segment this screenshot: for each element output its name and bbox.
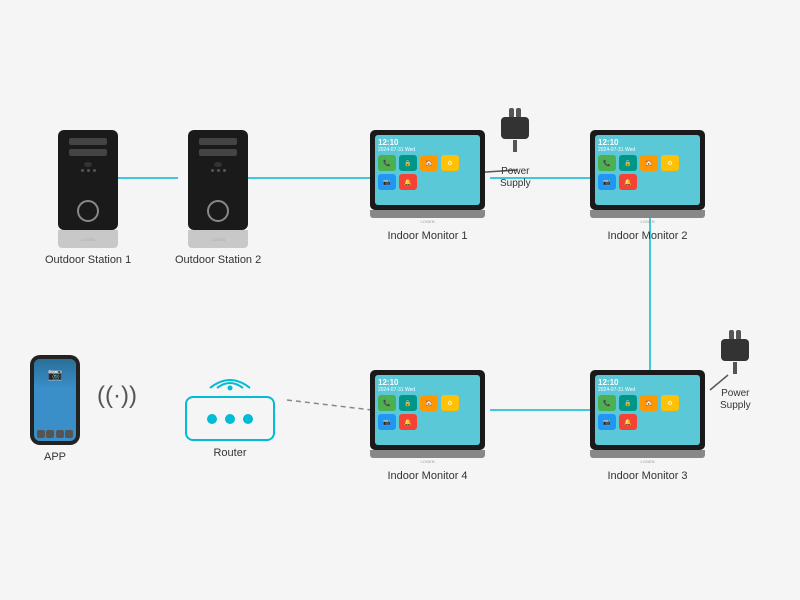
app-label: APP xyxy=(44,451,66,463)
svg-text:((·)): ((·)) xyxy=(97,382,137,409)
indoor-device-2: 12:10 2024-07-31 Wed 📞 🔒 🏠 ⚙ 📷 🔔 xyxy=(590,130,705,210)
phone-bottom-icons xyxy=(34,427,76,441)
outdoor-device-2 xyxy=(188,130,248,230)
wifi-icon: ((·)) xyxy=(97,375,137,410)
screen-date-4: 2024-07-31 Wed xyxy=(378,387,477,393)
outdoor-button xyxy=(207,200,229,222)
router-wifi-icon xyxy=(205,370,255,392)
indoor-monitor-4: 12:10 2024-07-31 Wed 📞 🔒 🏠 ⚙ 📷 🔔 LOGEN I… xyxy=(370,370,485,482)
outdoor-dots xyxy=(211,169,226,172)
outdoor-station-1-label: Outdoor Station 1 xyxy=(45,254,131,266)
screen-time-3: 12:10 xyxy=(598,378,697,387)
screen-icons-row-3: 📞 🔒 🏠 ⚙ 📷 🔔 xyxy=(598,395,697,430)
indoor-screen-2: 12:10 2024-07-31 Wed 📞 🔒 🏠 ⚙ 📷 🔔 xyxy=(595,135,700,205)
indoor-screen-3: 12:10 2024-07-31 Wed 📞 🔒 🏠 ⚙ 📷 🔔 xyxy=(595,375,700,445)
screen-icons-row-2: 📞 🔒 🏠 ⚙ 📷 🔔 xyxy=(598,155,697,190)
indoor-stand-3 xyxy=(590,450,705,458)
app-section: 📷 APP xyxy=(30,355,80,463)
router-box xyxy=(185,396,275,441)
speaker-bar xyxy=(69,138,107,145)
power-supply-1-label: PowerSupply xyxy=(500,166,531,190)
indoor-monitor-2-label: Indoor Monitor 2 xyxy=(607,230,687,242)
outdoor-station-2-label: Outdoor Station 2 xyxy=(175,254,261,266)
indoor-monitor-3-label: Indoor Monitor 3 xyxy=(607,470,687,482)
screen-icons-row-4: 📞 🔒 🏠 ⚙ 📷 🔔 xyxy=(378,395,477,430)
camera xyxy=(84,162,92,167)
outdoor-station-1: LOGEN Outdoor Station 1 xyxy=(45,130,131,266)
outdoor-device-1 xyxy=(58,130,118,230)
outdoor-button xyxy=(77,200,99,222)
power-supply-2: PowerSupply xyxy=(720,330,751,412)
camera xyxy=(214,162,222,167)
screen-icons-row-1: 📞 🔒 🏠 ⚙ 📷 🔔 xyxy=(378,155,477,190)
outdoor-bottom-2: LOGEN xyxy=(188,230,248,248)
power-supply-1: PowerSupply xyxy=(500,108,531,190)
screen-time-2: 12:10 xyxy=(598,138,697,147)
phone-screen: 📷 xyxy=(34,359,76,441)
indoor-stand-1 xyxy=(370,210,485,218)
router-section: Router xyxy=(185,370,275,459)
wifi-symbol: ((·)) xyxy=(97,375,137,415)
speaker-bar2 xyxy=(69,149,107,156)
indoor-device-1: 12:10 2024-07-31 Wed 📞 🔒 🏠 ⚙ 📷 🔔 xyxy=(370,130,485,210)
indoor-device-4: 12:10 2024-07-31 Wed 📞 🔒 🏠 ⚙ 📷 🔔 xyxy=(370,370,485,450)
indoor-monitor-3: 12:10 2024-07-31 Wed 📞 🔒 🏠 ⚙ 📷 🔔 LOGEN I… xyxy=(590,370,705,482)
router-wifi-arcs xyxy=(205,370,255,392)
power-icon-2 xyxy=(721,330,749,374)
indoor-screen-1: 12:10 2024-07-31 Wed 📞 🔒 🏠 ⚙ 📷 🔔 xyxy=(375,135,480,205)
router-label: Router xyxy=(213,447,246,459)
phone: 📷 xyxy=(30,355,80,445)
outdoor-bottom-1: LOGEN xyxy=(58,230,118,248)
indoor-monitor-4-label: Indoor Monitor 4 xyxy=(387,470,467,482)
phone-screen-top: 📷 xyxy=(34,359,76,389)
indoor-monitor-1-label: Indoor Monitor 1 xyxy=(387,230,467,242)
screen-date-3: 2024-07-31 Wed xyxy=(598,387,697,393)
speaker-bar xyxy=(199,138,237,145)
power-icon-1 xyxy=(501,108,529,152)
indoor-stand-2 xyxy=(590,210,705,218)
indoor-monitor-2: 12:10 2024-07-31 Wed 📞 🔒 🏠 ⚙ 📷 🔔 LOGEN I… xyxy=(590,130,705,242)
screen-date-1: 2024-07-31 Wed xyxy=(378,147,477,153)
outdoor-station-2: LOGEN Outdoor Station 2 xyxy=(175,130,261,266)
speaker-bar2 xyxy=(199,149,237,156)
indoor-stand-4 xyxy=(370,450,485,458)
indoor-screen-4: 12:10 2024-07-31 Wed 📞 🔒 🏠 ⚙ 📷 🔔 xyxy=(375,375,480,445)
power-supply-2-label: PowerSupply xyxy=(720,388,751,412)
outdoor-dots xyxy=(81,169,96,172)
screen-time-1: 12:10 xyxy=(378,138,477,147)
connection-lines xyxy=(0,0,800,600)
screen-time-4: 12:10 xyxy=(378,378,477,387)
diagram-area: LOGEN Outdoor Station 1 LOGEN Outdoor St… xyxy=(0,0,800,600)
indoor-monitor-1: 12:10 2024-07-31 Wed 📞 🔒 🏠 ⚙ 📷 🔔 LOGEN I… xyxy=(370,130,485,242)
screen-date-2: 2024-07-31 Wed xyxy=(598,147,697,153)
indoor-device-3: 12:10 2024-07-31 Wed 📞 🔒 🏠 ⚙ 📷 🔔 xyxy=(590,370,705,450)
